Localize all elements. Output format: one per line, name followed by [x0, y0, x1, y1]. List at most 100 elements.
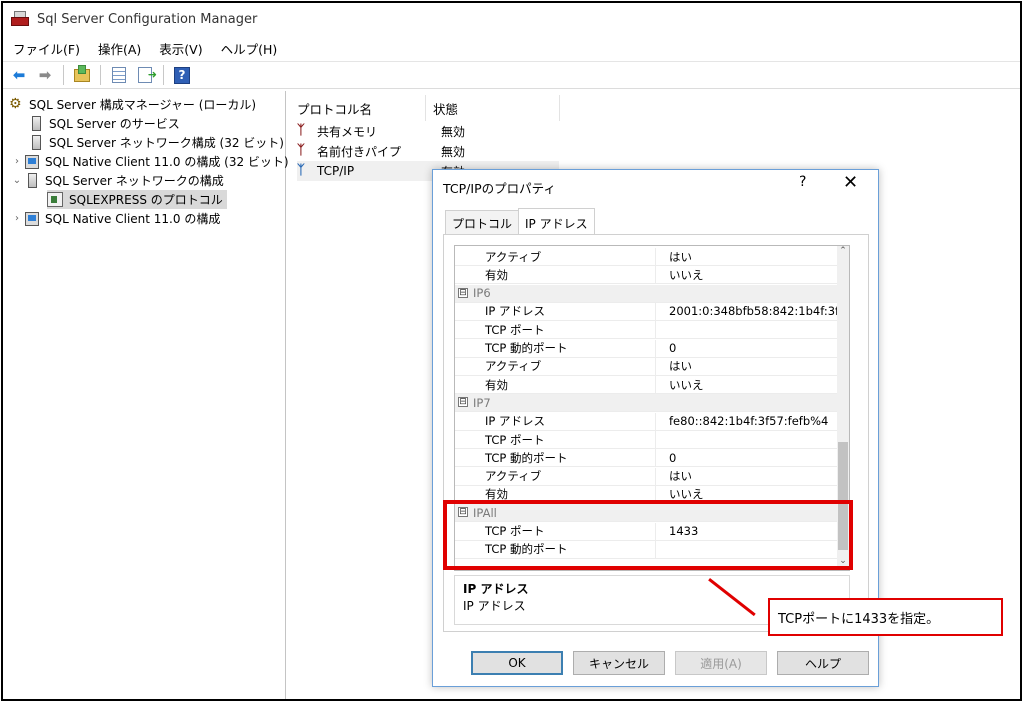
protocol-plug-icon: ᛉ	[297, 143, 305, 158]
grid-property-key: TCP ポート	[485, 322, 545, 337]
chevron-right-icon[interactable]: ›	[11, 156, 23, 167]
grid-property-key: TCP 動的ポート	[485, 450, 568, 465]
tree-pane: ⚙ SQL Server 構成マネージャー (ローカル) SQL Server …	[3, 91, 289, 699]
grid-property-value[interactable]: はい	[669, 468, 692, 484]
help-icon[interactable]: ?	[799, 174, 806, 190]
collapse-icon[interactable]: ⊟	[458, 287, 468, 298]
grid-property-key: アクティブ	[485, 359, 542, 374]
column-header-status[interactable]: 状態	[433, 99, 458, 118]
grid-property-value[interactable]: 2001:0:348bfb58:842:1b4f:3f57:fefb	[669, 304, 849, 318]
forward-arrow-icon[interactable]: ➡	[35, 65, 55, 85]
column-divider[interactable]	[559, 95, 560, 121]
grid-property-value[interactable]: いいえ	[669, 267, 704, 283]
grid-property-row[interactable]: 有効 いいえ	[455, 376, 841, 395]
chevron-down-icon[interactable]: ⌄	[11, 175, 23, 186]
tab-ip-addresses[interactable]: IP アドレス	[518, 208, 595, 234]
grid-property-key: アクティブ	[485, 469, 542, 484]
protocol-status: 無効	[441, 144, 466, 159]
grid-property-row[interactable]: TCP 動的ポート 0	[455, 339, 841, 358]
grid-property-key: IP アドレス	[485, 414, 545, 429]
protocol-name: 共有メモリ	[317, 124, 378, 139]
menu-file[interactable]: ファイル(F)	[13, 39, 80, 58]
grid-divider	[655, 412, 656, 431]
dialog-title: TCP/IPのプロパティ	[443, 181, 556, 196]
tree-item-label: SQL Native Client 11.0 の構成 (32 ビット)	[45, 155, 289, 169]
protocol-status: 無効	[441, 124, 466, 139]
grid-property-value[interactable]: fe80::842:1b4f:3f57:fefb%4	[669, 414, 828, 428]
scroll-up-icon[interactable]: ⌃	[837, 246, 849, 260]
tree-item-network-32[interactable]: SQL Server ネットワーク構成 (32 ビット)	[29, 133, 284, 152]
grid-category-row[interactable]: ⊟ IP7	[455, 394, 841, 413]
close-icon[interactable]: ✕	[843, 172, 858, 193]
grid-property-value[interactable]: はい	[669, 249, 692, 265]
protocol-name: 名前付きパイプ	[317, 144, 402, 159]
server-icon-wrap	[29, 116, 43, 131]
grid-divider	[655, 376, 656, 395]
show-hide-tree-button[interactable]	[109, 65, 129, 85]
menu-help[interactable]: ヘルプ(H)	[221, 39, 278, 58]
highlight-ipall-box	[443, 500, 853, 570]
tree-item-label: SQL Server ネットワーク構成 (32 ビット)	[49, 136, 284, 150]
column-header-name[interactable]: プロトコル名	[297, 99, 372, 118]
menu-view[interactable]: 表示(V)	[159, 39, 202, 58]
grid-property-row[interactable]: アクティブ はい	[455, 248, 841, 266]
grid-property-value[interactable]: いいえ	[669, 377, 704, 393]
tree-item-network[interactable]: ⌄ SQL Server ネットワークの構成	[11, 171, 224, 190]
grid-property-row[interactable]: アクティブ はい	[455, 467, 841, 486]
grid-property-key: TCP 動的ポート	[485, 341, 568, 355]
cancel-button[interactable]: キャンセル	[573, 651, 665, 675]
collapse-icon[interactable]: ⊟	[458, 397, 468, 408]
tree-item-native-client[interactable]: › SQL Native Client 11.0 の構成	[11, 209, 220, 228]
protocol-icon	[47, 192, 63, 207]
grid-property-row[interactable]: TCP ポート	[455, 431, 841, 449]
chevron-right-icon[interactable]: ›	[11, 213, 23, 224]
export-icon	[138, 67, 157, 83]
column-divider[interactable]	[425, 95, 426, 121]
grid-divider	[655, 339, 656, 358]
ok-button[interactable]: OK	[471, 651, 563, 675]
help-button[interactable]: ヘルプ	[777, 651, 869, 675]
grid-divider	[655, 266, 656, 285]
window-title: Sql Server Configuration Manager	[37, 11, 258, 27]
grid-property-key: アクティブ	[485, 249, 542, 264]
tree-item-root[interactable]: ⚙ SQL Server 構成マネージャー (ローカル)	[9, 95, 256, 114]
server-icon-wrap	[29, 135, 43, 150]
protocol-row-shared-memory[interactable]: ᛉ 共有メモリ 無効	[297, 121, 559, 141]
help-button[interactable]: ?	[172, 65, 192, 85]
grid-category-label: IP7	[473, 395, 491, 410]
back-arrow-icon[interactable]: ⬅	[9, 65, 29, 85]
annotation-callout: TCPポートに1433を指定。	[768, 598, 1003, 636]
tree-item-services[interactable]: SQL Server のサービス	[29, 114, 180, 133]
protocol-name: TCP/IP	[317, 164, 355, 178]
tree-item-label: SQL Server 構成マネージャー (ローカル)	[29, 98, 257, 112]
grid-category-row[interactable]: ⊟ IP6	[455, 284, 841, 303]
tree-item-label: SQLEXPRESS のプロトコル	[69, 193, 223, 207]
apply-button[interactable]: 適用(A)	[675, 651, 767, 675]
protocol-plug-icon: ᛉ	[297, 163, 305, 178]
tree-item-sqlexpress-protocols[interactable]: SQLEXPRESS のプロトコル	[47, 190, 227, 209]
grid-property-value[interactable]: はい	[669, 358, 692, 374]
client-icon	[25, 211, 39, 226]
description-title: IP アドレス	[463, 582, 529, 596]
grid-property-row[interactable]: アクティブ はい	[455, 357, 841, 376]
grid-property-row[interactable]: IP アドレス fe80::842:1b4f:3f57:fefb%4	[455, 412, 841, 431]
grid-property-row[interactable]: TCP 動的ポート 0	[455, 449, 841, 468]
menu-action[interactable]: 操作(A)	[98, 39, 141, 58]
up-folder-button[interactable]	[72, 64, 92, 85]
tab-protocol[interactable]: プロトコル	[445, 210, 520, 234]
export-list-button[interactable]	[135, 65, 157, 85]
list-icon	[112, 67, 126, 83]
protocol-row-named-pipes[interactable]: ᛉ 名前付きパイプ 無効	[297, 141, 559, 161]
menu-bar: ファイル(F) 操作(A) 表示(V) ヘルプ(H)	[3, 37, 1020, 59]
grid-property-row[interactable]: 有効 いいえ	[455, 266, 841, 285]
tree-item-label: SQL Server ネットワークの構成	[45, 174, 224, 188]
grid-divider	[655, 302, 656, 321]
tree-item-native-client-32[interactable]: › SQL Native Client 11.0 の構成 (32 ビット)	[11, 152, 289, 171]
grid-property-value[interactable]: 0	[669, 341, 676, 355]
grid-property-row[interactable]: IP アドレス 2001:0:348bfb58:842:1b4f:3f57:fef…	[455, 302, 849, 321]
grid-property-row[interactable]: TCP ポート	[455, 321, 841, 340]
toolbar-separator	[163, 65, 164, 85]
grid-property-key: 有効	[485, 267, 508, 282]
grid-property-value[interactable]: 0	[669, 451, 676, 465]
app-icon	[11, 11, 29, 27]
